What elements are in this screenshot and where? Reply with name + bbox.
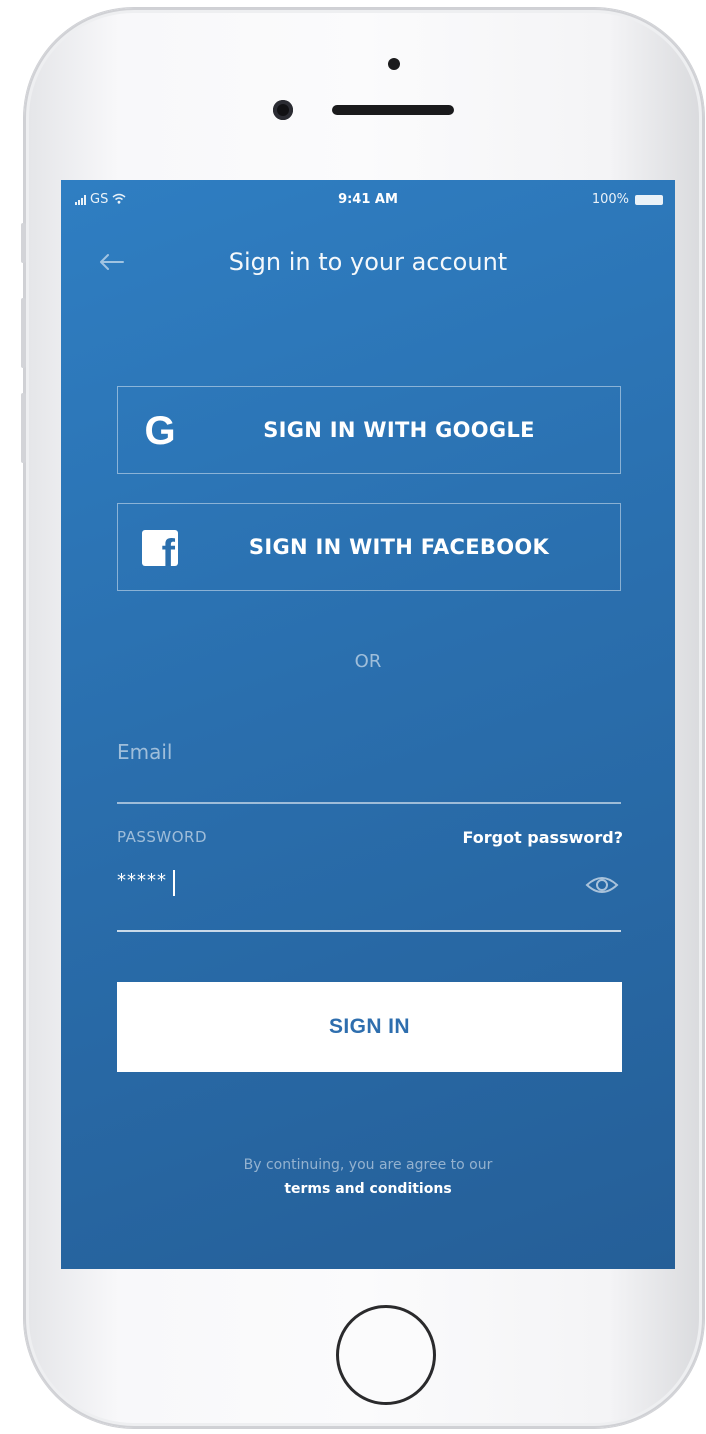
status-bar: GS 9:41 AM 100% (61, 180, 675, 224)
email-field-wrapper (117, 720, 621, 804)
email-input[interactable] (117, 740, 557, 764)
facebook-signin-label: SIGN IN WITH FACEBOOK (248, 535, 550, 559)
forgot-password-link[interactable]: Forgot password? (462, 828, 623, 847)
password-input[interactable] (117, 870, 557, 891)
page-title: Sign in to your account (228, 248, 508, 276)
password-label: PASSWORD (117, 828, 208, 846)
status-time: 9:41 AM (338, 192, 398, 207)
mute-switch (21, 223, 26, 263)
or-divider: OR (354, 651, 382, 672)
proximity-sensor (388, 58, 400, 70)
status-right: 100% (592, 192, 663, 207)
front-camera (273, 100, 293, 120)
device-stage: GS 9:41 AM 100% Sign in to your account … (0, 0, 706, 1434)
battery-icon (635, 194, 663, 205)
facebook-signin-button[interactable]: f SIGN IN WITH FACEBOOK (117, 503, 621, 591)
earpiece-speaker (332, 105, 454, 115)
eye-icon[interactable] (583, 870, 621, 900)
facebook-icon: f (142, 530, 178, 566)
google-icon: G (144, 409, 176, 453)
volume-down-button (21, 393, 26, 463)
volume-up-button (21, 298, 26, 368)
google-signin-label: SIGN IN WITH GOOGLE (263, 418, 535, 442)
google-icon-slot: G (138, 409, 182, 453)
nav-bar: Sign in to your account (61, 242, 675, 282)
battery-percent: 100% (591, 192, 629, 207)
password-field-wrapper (117, 852, 621, 932)
home-button[interactable] (336, 1305, 436, 1405)
sign-in-label: SIGN IN (329, 1015, 410, 1038)
text-cursor (173, 870, 175, 896)
terms-notice: By continuing, you are agree to our (243, 1157, 493, 1173)
terms-link[interactable]: terms and conditions (61, 1181, 675, 1197)
facebook-icon-slot: f (138, 526, 182, 570)
app-screen: GS 9:41 AM 100% Sign in to your account … (61, 180, 675, 1269)
google-signin-button[interactable]: G SIGN IN WITH GOOGLE (117, 386, 621, 474)
sign-in-button[interactable]: SIGN IN (117, 982, 622, 1072)
